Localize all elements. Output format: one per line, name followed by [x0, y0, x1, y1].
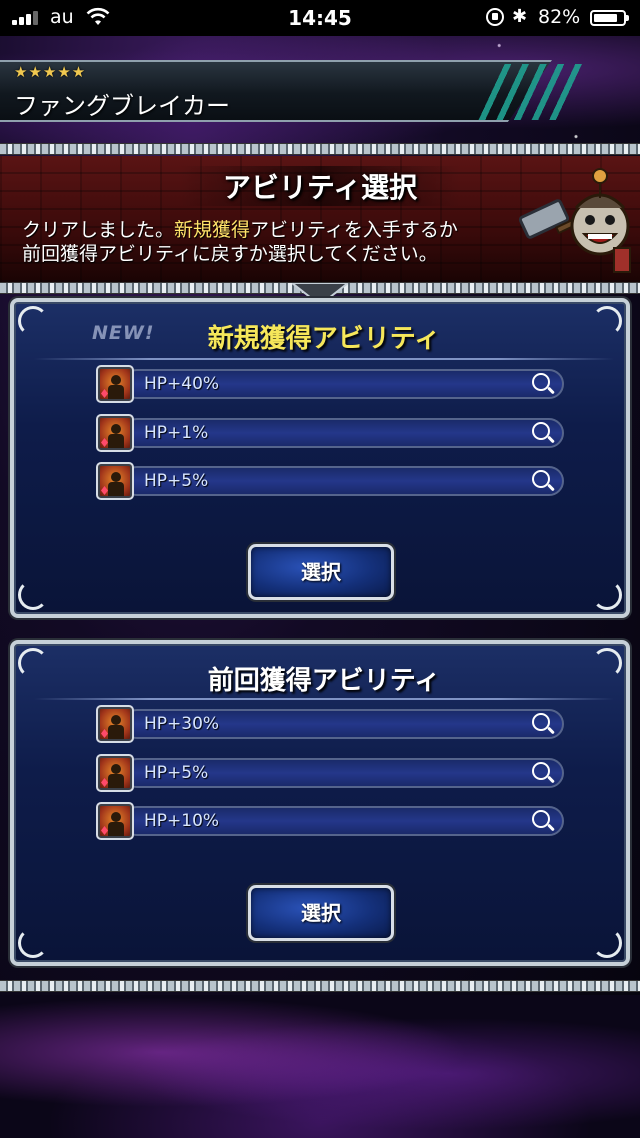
magnify-icon[interactable]	[532, 713, 550, 731]
panel-corner-ornament	[592, 928, 622, 958]
rarity-stars: ★★★★★	[14, 63, 87, 81]
select-previous-button[interactable]: 選択	[248, 885, 394, 941]
chain-divider-bottom	[0, 980, 640, 992]
ability-icon	[96, 462, 134, 500]
new-ability-row[interactable]: HP+40%	[96, 365, 564, 403]
battery-percent: 82%	[538, 6, 581, 28]
magnify-icon[interactable]	[532, 810, 550, 828]
ability-label: HP+1%	[144, 423, 209, 443]
message-highlight: 新規獲得	[174, 219, 251, 241]
new-ability-panel-title: 新規獲得アビリティ	[207, 324, 441, 354]
new-ability-row[interactable]: HP+1%	[96, 414, 564, 452]
select-new-button[interactable]: 選択	[248, 544, 394, 600]
ability-icon	[96, 705, 134, 743]
previous-ability-row[interactable]: HP+5%	[96, 754, 564, 792]
previous-ability-row[interactable]: HP+10%	[96, 802, 564, 840]
ability-label: HP+40%	[144, 374, 220, 394]
bluetooth-icon: ✱	[512, 6, 528, 27]
battery-icon	[590, 10, 629, 26]
rotation-lock-icon	[486, 8, 504, 26]
panel-corner-ornament	[18, 928, 48, 958]
nebula-bottom-background	[0, 995, 640, 1138]
ability-icon	[96, 754, 134, 792]
panel-corner-ornament	[592, 580, 622, 610]
magnify-icon[interactable]	[532, 373, 550, 391]
magnify-icon[interactable]	[532, 470, 550, 488]
new-ability-row[interactable]: HP+5%	[96, 462, 564, 500]
message-line-1: クリアしました。新規獲得アビリティを入手するか	[22, 219, 458, 241]
ability-icon	[96, 802, 134, 840]
previous-ability-row[interactable]: HP+30%	[96, 705, 564, 743]
instruction-message: クリアしました。新規獲得アビリティを入手するか 前回獲得アビリティに戻すか選択し…	[22, 218, 458, 266]
panel-corner-ornament	[18, 580, 48, 610]
ability-icon	[96, 365, 134, 403]
ability-label: HP+5%	[144, 763, 209, 783]
unit-name: ファングブレイカー	[14, 92, 230, 120]
chain-divider-top	[0, 143, 640, 155]
ability-label: HP+30%	[144, 714, 220, 734]
moogle-mascot-icon	[518, 168, 631, 273]
ability-label: HP+10%	[144, 811, 220, 831]
status-bar: au 14:45 ✱ 82%	[0, 0, 640, 36]
ability-label: HP+5%	[144, 471, 209, 491]
title-underline	[34, 358, 614, 360]
magnify-icon[interactable]	[532, 422, 550, 440]
previous-ability-panel-title: 前回獲得アビリティ	[207, 666, 441, 696]
battery-fill	[594, 14, 617, 22]
title-underline	[34, 698, 614, 700]
message-line-2: 前回獲得アビリティに戻すか選択してください。	[22, 243, 438, 265]
ability-icon	[96, 414, 134, 452]
magnify-icon[interactable]	[532, 762, 550, 780]
